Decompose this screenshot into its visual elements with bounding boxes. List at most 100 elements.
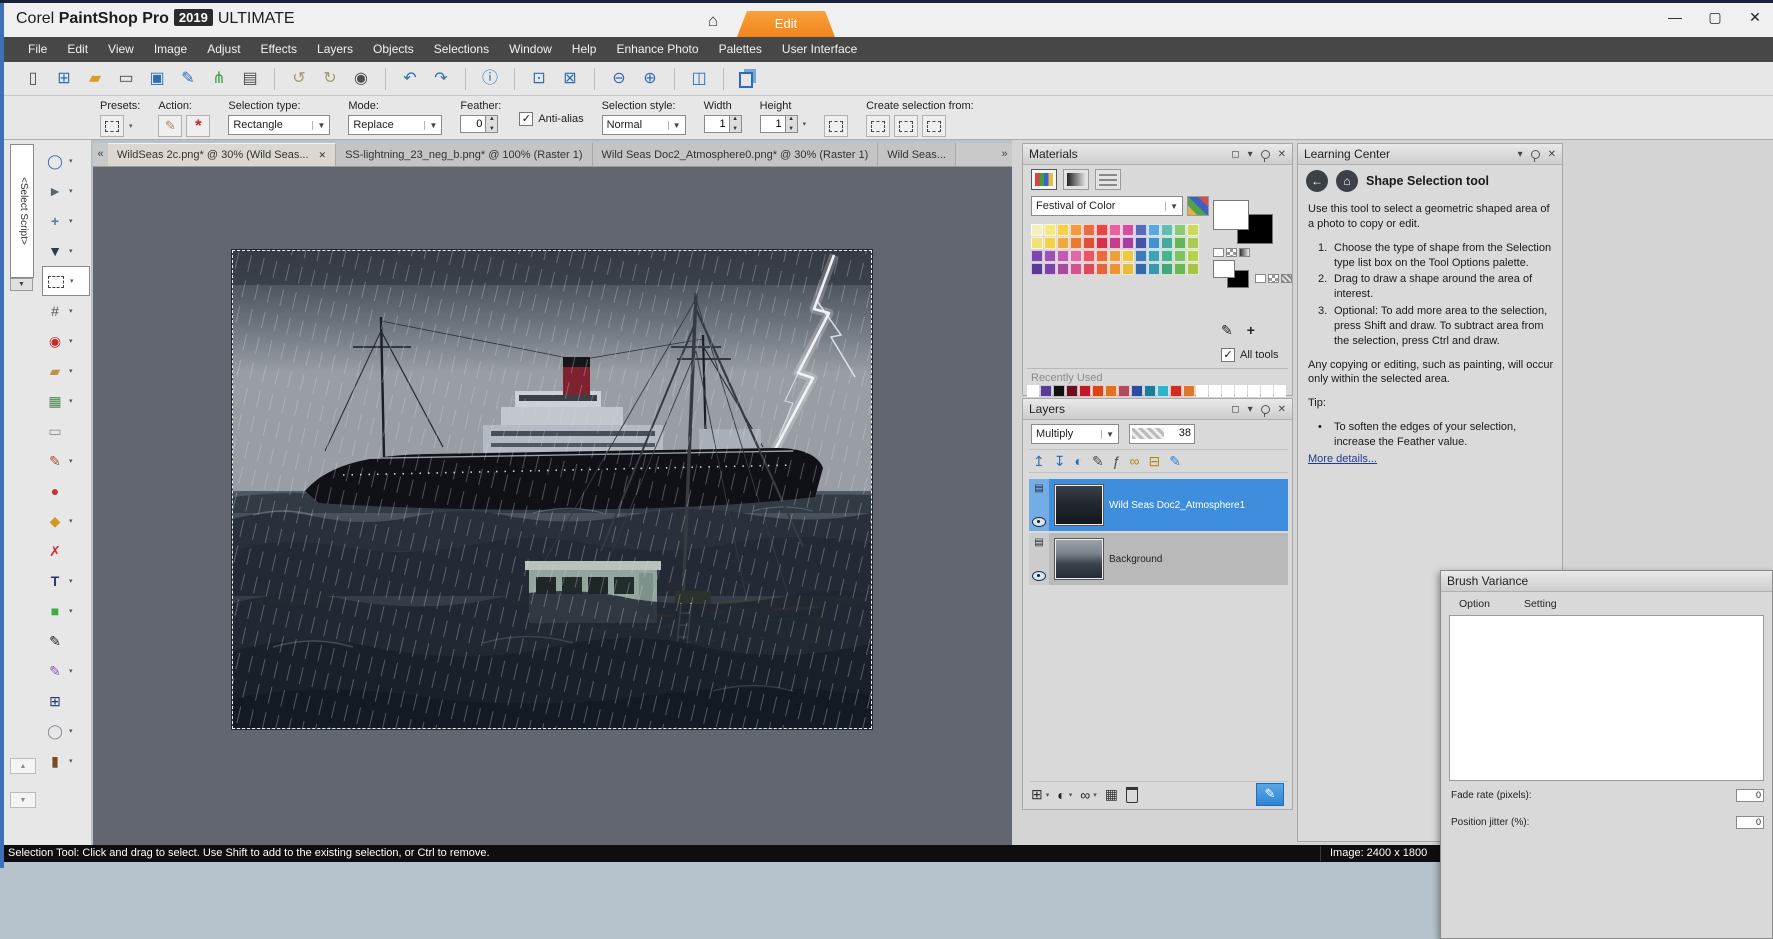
color-swatch[interactable] bbox=[1187, 250, 1199, 262]
recent-color-swatch[interactable] bbox=[1274, 385, 1286, 397]
undo-history-icon[interactable]: ↺ bbox=[286, 67, 312, 91]
color-swatch[interactable] bbox=[1057, 250, 1069, 262]
close-icon[interactable]: ✕ bbox=[1747, 9, 1763, 26]
learning-center-header[interactable]: Learning Center ▾ ✕ bbox=[1298, 144, 1562, 165]
home-icon[interactable]: ⌂ bbox=[700, 8, 726, 34]
makeover-tool[interactable]: ▰ bbox=[42, 359, 68, 383]
color-swatch[interactable] bbox=[1109, 250, 1121, 262]
fg-gradient-button[interactable] bbox=[1239, 248, 1250, 257]
edit-workspace-tab[interactable]: Edit bbox=[737, 11, 835, 37]
recent-color-swatch[interactable] bbox=[1222, 385, 1234, 397]
color-swatch[interactable] bbox=[1109, 237, 1121, 249]
recent-color-swatch[interactable] bbox=[1053, 385, 1065, 397]
recent-color-swatch[interactable] bbox=[1157, 385, 1169, 397]
save-icon[interactable]: ▣ bbox=[144, 67, 170, 91]
warp-brush-tool[interactable]: ✎ bbox=[42, 659, 68, 683]
width-value[interactable]: 1 bbox=[703, 115, 730, 133]
selection-style-dropdown[interactable]: Normal ▼ bbox=[601, 115, 686, 135]
scratch-remover-tool[interactable]: ▭ bbox=[42, 419, 68, 443]
selection-tool[interactable] bbox=[43, 269, 69, 293]
paint-brush-tool-flyout[interactable]: ▾ bbox=[69, 457, 73, 465]
selection-from-opaque-button[interactable] bbox=[894, 115, 919, 137]
color-swatch[interactable] bbox=[1135, 237, 1147, 249]
layer-edit-icon[interactable]: ✎ bbox=[1092, 450, 1104, 472]
recent-color-swatch[interactable] bbox=[1040, 385, 1052, 397]
recent-color-swatch[interactable] bbox=[1235, 385, 1247, 397]
color-swatch[interactable] bbox=[1031, 224, 1043, 236]
oil-brush-tool[interactable]: ▮ bbox=[42, 749, 68, 773]
swatches-tab[interactable] bbox=[1031, 169, 1057, 190]
brush-variance-header[interactable]: Brush Variance bbox=[1441, 571, 1772, 592]
color-swatch[interactable] bbox=[1174, 237, 1186, 249]
pin-icon[interactable] bbox=[1260, 404, 1270, 417]
warp-brush-tool-flyout[interactable]: ▾ bbox=[69, 667, 73, 675]
color-swatch[interactable] bbox=[1161, 224, 1173, 236]
palette-scroll-up-button[interactable]: ▲ bbox=[10, 758, 36, 774]
menu-file[interactable]: File bbox=[18, 37, 57, 62]
dropper-tool-flyout[interactable]: ▾ bbox=[69, 247, 73, 255]
menu-layers[interactable]: Layers bbox=[307, 37, 363, 62]
color-swatch[interactable] bbox=[1096, 237, 1108, 249]
red-eye-tool[interactable]: ◉ bbox=[42, 329, 68, 353]
color-swatch[interactable] bbox=[1135, 224, 1147, 236]
color-swatch[interactable] bbox=[1135, 263, 1147, 275]
feather-value[interactable]: 0 bbox=[460, 115, 487, 133]
menu-enhance-photo[interactable]: Enhance Photo bbox=[606, 37, 708, 62]
paint-brush-tool[interactable]: ✎ bbox=[42, 449, 68, 473]
color-swatch[interactable] bbox=[1148, 224, 1160, 236]
color-swatch[interactable] bbox=[1174, 263, 1186, 275]
pin-icon[interactable] bbox=[1530, 149, 1540, 162]
height-value[interactable]: 1 bbox=[759, 115, 786, 133]
feather-spin-buttons[interactable]: ▲ ▼ bbox=[486, 115, 499, 133]
recent-color-swatch[interactable] bbox=[1105, 385, 1117, 397]
new-layer-button[interactable]: ⊞ bbox=[1031, 786, 1043, 803]
width-spinner[interactable]: 1 ▲ ▼ bbox=[703, 115, 742, 133]
color-swatch[interactable] bbox=[1174, 224, 1186, 236]
layer-new-art-icon[interactable]: ◐ bbox=[1074, 450, 1082, 472]
canvas[interactable] bbox=[93, 167, 1012, 845]
symmetric-shape-tool-flyout[interactable]: ▾ bbox=[69, 727, 73, 735]
add-color-icon[interactable]: + bbox=[1247, 322, 1255, 339]
info-icon[interactable]: ⓘ bbox=[477, 67, 503, 91]
color-swatch[interactable] bbox=[1057, 224, 1069, 236]
recent-color-swatch[interactable] bbox=[1248, 385, 1260, 397]
move-tool[interactable]: + bbox=[42, 209, 68, 233]
menu-adjust[interactable]: Adjust bbox=[197, 37, 250, 62]
makeover-tool-flyout[interactable]: ▾ bbox=[69, 367, 73, 375]
express-lab-icon[interactable]: ▭ bbox=[113, 67, 139, 91]
recent-color-swatch[interactable] bbox=[1144, 385, 1156, 397]
zoom-100-icon[interactable]: ◫ bbox=[686, 67, 712, 91]
undo-icon[interactable]: ↶ bbox=[397, 67, 423, 91]
layer-thumbnail[interactable] bbox=[1054, 484, 1104, 526]
edit-selection-button[interactable]: ✎ bbox=[1256, 783, 1284, 806]
color-swatch[interactable] bbox=[1109, 224, 1121, 236]
selection-tool-flyout[interactable]: ▾ bbox=[70, 277, 74, 285]
menu-help[interactable]: Help bbox=[562, 37, 607, 62]
palette-dropdown[interactable]: Festival of Color ▼ bbox=[1031, 196, 1183, 216]
color-swatch[interactable] bbox=[1083, 224, 1095, 236]
menu-view[interactable]: View bbox=[98, 37, 144, 62]
new-adjustment-layer-button-flyout[interactable]: ▾ bbox=[1069, 791, 1073, 799]
color-swatch[interactable] bbox=[1044, 250, 1056, 262]
clone-brush-tool-flyout[interactable]: ▾ bbox=[69, 397, 73, 405]
redo-history-icon[interactable]: ↻ bbox=[317, 67, 343, 91]
blend-mode-dropdown[interactable]: Multiply ▼ bbox=[1031, 424, 1119, 444]
presets-button[interactable] bbox=[100, 115, 124, 137]
red-eye-tool-flyout[interactable]: ▾ bbox=[69, 337, 73, 345]
position-jitter-input[interactable]: 0 bbox=[1736, 816, 1764, 829]
new-mask-layer-button[interactable]: ∞ bbox=[1080, 787, 1090, 803]
panel-menu-icon[interactable]: ▾ bbox=[1248, 149, 1253, 160]
color-swatch[interactable] bbox=[1148, 237, 1160, 249]
color-swatch[interactable] bbox=[1135, 250, 1147, 262]
recent-color-swatch[interactable] bbox=[1209, 385, 1221, 397]
layers-header[interactable]: Layers ◻ ▾ ✕ bbox=[1023, 399, 1292, 420]
recent-color-swatch[interactable] bbox=[1196, 385, 1208, 397]
float-panel-icon[interactable]: ◻ bbox=[1231, 404, 1239, 415]
fg-color-style-button[interactable] bbox=[1213, 248, 1224, 257]
color-replacer-tool[interactable]: ✗ bbox=[42, 539, 68, 563]
random-palette-icon[interactable]: ⊠ bbox=[557, 67, 583, 91]
color-swatch[interactable] bbox=[1096, 263, 1108, 275]
doc-tab[interactable]: SS-lightning_23_neg_b.png* @ 100% (Raste… bbox=[336, 143, 593, 166]
recent-color-swatch[interactable] bbox=[1066, 385, 1078, 397]
color-swatch[interactable] bbox=[1122, 237, 1134, 249]
